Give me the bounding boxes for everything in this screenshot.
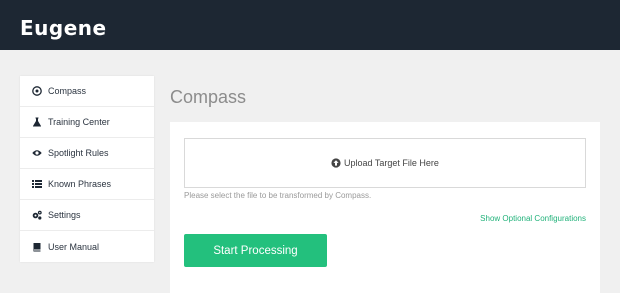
top-navbar: Eugene bbox=[0, 0, 620, 50]
gears-icon bbox=[31, 209, 43, 221]
sidebar-item-spotlight-rules[interactable]: Spotlight Rules bbox=[20, 138, 154, 169]
sidebar-item-compass[interactable]: Compass bbox=[20, 76, 154, 107]
logo-text: Eugene bbox=[20, 16, 107, 40]
list-icon bbox=[31, 178, 43, 190]
upload-circle-icon bbox=[331, 158, 341, 168]
sidebar-item-training-center[interactable]: Training Center bbox=[20, 107, 154, 138]
sidebar-item-label: Compass bbox=[48, 86, 87, 96]
book-icon bbox=[31, 241, 43, 253]
flask-icon bbox=[31, 116, 43, 128]
sidebar-item-label: Settings bbox=[48, 210, 81, 220]
sidebar-item-settings[interactable]: Settings bbox=[20, 200, 154, 231]
eugene-logo[interactable]: Eugene bbox=[20, 9, 107, 41]
sidebar-item-label: Spotlight Rules bbox=[48, 148, 109, 158]
sidebar-item-user-manual[interactable]: User Manual bbox=[20, 231, 154, 262]
sidebar-item-label: User Manual bbox=[48, 241, 100, 252]
sidebar-item-known-phrases[interactable]: Known Phrases bbox=[20, 169, 154, 200]
compass-icon bbox=[31, 85, 43, 97]
start-processing-button[interactable]: Start Processing bbox=[184, 234, 327, 267]
sidebar-item-label: Training Center bbox=[48, 117, 110, 127]
eye-icon bbox=[31, 147, 43, 159]
upload-help-text: Please select the file to be transformed… bbox=[184, 191, 372, 200]
upload-target-file-dropzone[interactable]: Upload Target File Here bbox=[184, 138, 586, 188]
compass-panel: Upload Target File Here Please select th… bbox=[170, 122, 600, 293]
upload-label: Upload Target File Here bbox=[344, 158, 439, 168]
show-optional-configurations-link[interactable]: Show Optional Configurations bbox=[480, 214, 586, 223]
sidebar: Compass Training Center Spotlight Rules … bbox=[20, 76, 154, 262]
sidebar-item-label: Known Phrases bbox=[48, 179, 112, 189]
page-title: Compass bbox=[170, 87, 247, 107]
